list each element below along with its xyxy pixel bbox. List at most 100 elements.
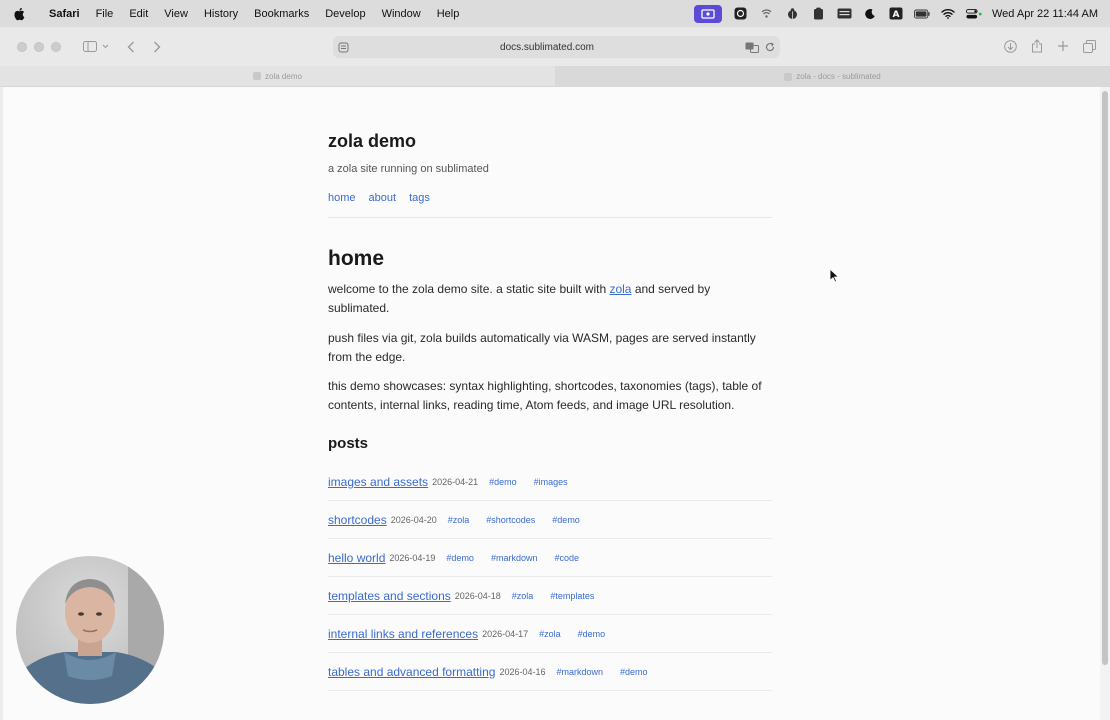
browser-toolbar: docs.sublimated.com [0, 27, 1110, 66]
post-date: 2026-04-18 [454, 590, 501, 601]
translate-icon[interactable] [745, 42, 759, 53]
post-date: 2026-04-16 [499, 666, 546, 677]
post-date: 2026-04-21 [432, 476, 479, 487]
post-title-link[interactable]: templates and sections [328, 589, 451, 603]
menu-app-safari[interactable]: Safari [41, 8, 88, 20]
post-tag[interactable]: #code [554, 553, 579, 563]
menu-file[interactable]: File [88, 8, 122, 20]
post-item: hello world 2026-04-19 #demo #markdown #… [328, 539, 772, 577]
post-list: images and assets 2026-04-21 #demo #imag… [328, 463, 772, 691]
page-menu-icon[interactable] [338, 42, 349, 53]
post-tag[interactable]: #zola [448, 515, 470, 525]
toolbar-actions [1004, 39, 1096, 53]
mouse-pointer-icon [829, 267, 840, 288]
tab-zola-demo[interactable]: zola demo [0, 66, 555, 87]
url-text[interactable]: docs.sublimated.com [349, 42, 745, 53]
menu-view[interactable]: View [156, 8, 196, 20]
tab-bar: zola demo zola - docs - sublimated [0, 66, 1110, 87]
post-date: 2026-04-20 [390, 514, 437, 525]
post-title-link[interactable]: images and assets [328, 475, 428, 489]
site-nav: home about tags [328, 192, 430, 204]
post-item: tables and advanced formatting 2026-04-1… [328, 653, 772, 691]
input-source-icon[interactable]: A [888, 7, 904, 21]
post-tag[interactable]: #zola [539, 629, 561, 639]
post-tag[interactable]: #templates [550, 591, 594, 601]
nav-link-tags[interactable]: tags [409, 192, 430, 204]
battery-icon[interactable] [914, 7, 930, 21]
screen-record-icon[interactable] [694, 4, 722, 23]
menu-edit[interactable]: Edit [121, 8, 156, 20]
presenter-avatar [16, 556, 164, 704]
minimize-window-button[interactable] [34, 41, 44, 52]
window-controls [17, 41, 61, 52]
post-tag[interactable]: #demo [552, 515, 580, 525]
post-item: images and assets 2026-04-21 #demo #imag… [328, 463, 772, 501]
zola-link[interactable]: zola [609, 282, 631, 296]
post-tag[interactable]: #images [534, 477, 568, 487]
address-bar[interactable]: docs.sublimated.com [333, 36, 780, 58]
features-paragraph: this demo showcases: syntax highlighting… [328, 379, 762, 412]
share-icon[interactable] [1031, 39, 1043, 53]
broadcast-icon[interactable] [758, 7, 774, 21]
post-tag[interactable]: #demo [620, 667, 648, 677]
downloads-icon[interactable] [1004, 39, 1017, 53]
scrollbar-thumb[interactable] [1102, 91, 1108, 665]
post-title-link[interactable]: tables and advanced formatting [328, 665, 495, 679]
post-title-link[interactable]: shortcodes [328, 513, 387, 527]
post-date: 2026-04-19 [389, 552, 436, 563]
ladybug-icon[interactable] [784, 7, 800, 21]
control-center-icon[interactable] [966, 7, 982, 21]
post-tag[interactable]: #shortcodes [486, 515, 535, 525]
posts-heading: posts [328, 435, 369, 452]
back-button[interactable] [127, 41, 135, 53]
menubar-clock[interactable]: Wed Apr 22 11:44 AM [992, 8, 1098, 20]
nav-link-home[interactable]: home [328, 192, 356, 204]
apple-icon[interactable] [13, 7, 29, 21]
clipboard-icon[interactable] [810, 7, 826, 21]
forward-button[interactable] [153, 41, 161, 53]
tab-overview-icon[interactable] [1083, 39, 1096, 53]
scrollbar[interactable] [1100, 87, 1110, 720]
tab-zola-docs[interactable]: zola - docs - sublimated [555, 66, 1110, 87]
post-tag[interactable]: #markdown [557, 667, 604, 677]
web-page: zola demo a zola site running on sublima… [3, 87, 1110, 720]
post-tag[interactable]: #demo [489, 477, 517, 487]
page-title: home [328, 247, 385, 270]
post-item: templates and sections 2026-04-18 #zola … [328, 577, 772, 615]
site-title[interactable]: zola demo [328, 131, 416, 152]
menu-history[interactable]: History [196, 8, 246, 20]
post-tag[interactable]: #markdown [491, 553, 538, 563]
menu-develop[interactable]: Develop [317, 8, 373, 20]
post-tag[interactable]: #zola [512, 591, 534, 601]
svg-text:A: A [893, 10, 900, 20]
new-tab-icon[interactable] [1057, 39, 1069, 53]
moon-icon[interactable] [862, 7, 878, 21]
keyboard-icon[interactable] [836, 7, 852, 21]
menu-bookmarks[interactable]: Bookmarks [246, 8, 317, 20]
reload-icon[interactable] [765, 42, 775, 52]
status-area: A Wed Apr 22 11:44 AM [694, 4, 1110, 23]
deploy-paragraph: push files via git, zola builds automati… [328, 331, 756, 364]
wifi-icon[interactable] [940, 7, 956, 21]
post-tag[interactable]: #demo [578, 629, 606, 639]
post-date: 2026-04-17 [482, 628, 529, 639]
menu-help[interactable]: Help [429, 8, 468, 20]
menu-window[interactable]: Window [374, 8, 429, 20]
divider [328, 217, 772, 218]
webcam-overlay[interactable] [16, 556, 164, 704]
close-window-button[interactable] [17, 41, 27, 52]
post-item: shortcodes 2026-04-20 #zola #shortcodes … [328, 501, 772, 539]
nav-link-about[interactable]: about [369, 192, 397, 204]
gpt-icon[interactable] [732, 7, 748, 21]
favicon-icon [784, 72, 793, 81]
post-title-link[interactable]: hello world [328, 551, 385, 565]
menu-bar: Safari File Edit View History Bookmarks … [0, 0, 1110, 27]
post-title-link[interactable]: internal links and references [328, 627, 478, 641]
intro-text: welcome to the zola demo site. a static … [328, 282, 610, 296]
sidebar-toggle-icon[interactable] [83, 41, 97, 52]
post-tag[interactable]: #demo [446, 553, 474, 563]
chevron-down-icon[interactable] [102, 44, 109, 49]
site-subtitle: a zola site running on sublimated [328, 163, 489, 175]
intro-paragraph: welcome to the zola demo site. a static … [328, 280, 772, 317]
zoom-window-button[interactable] [51, 41, 61, 52]
